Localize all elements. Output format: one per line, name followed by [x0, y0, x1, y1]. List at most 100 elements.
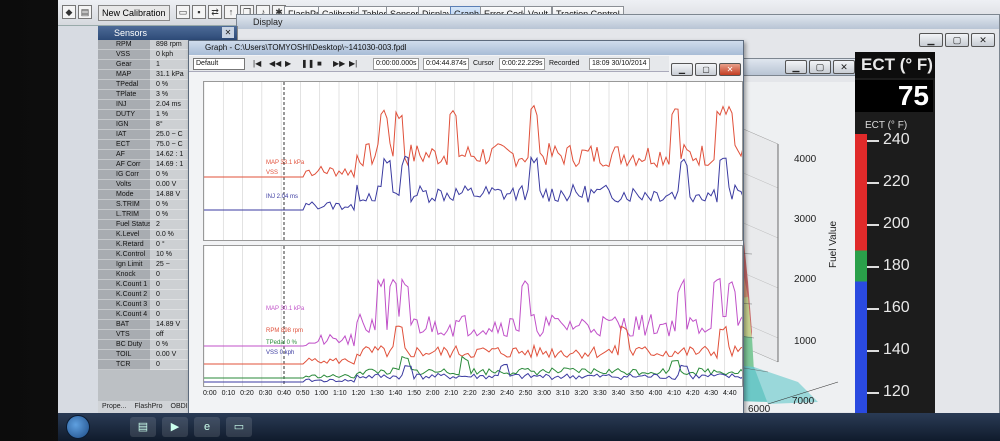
- compare-icon[interactable]: ⇄: [208, 5, 222, 19]
- time-tick-label: 3:20: [574, 390, 589, 397]
- preset-select[interactable]: Default: [193, 58, 245, 70]
- sensor-name: TPedal: [98, 80, 150, 90]
- open-icon[interactable]: ▭: [176, 5, 190, 19]
- playback-control-icon[interactable]: ◀◀: [269, 58, 281, 70]
- media-icon[interactable]: ▶: [162, 417, 188, 437]
- time-tick-label: 1:10: [333, 390, 347, 397]
- minimize-icon[interactable]: ▁: [785, 60, 807, 74]
- ect-scale-tick: [867, 392, 879, 394]
- ect-scale-label: 200: [883, 215, 910, 232]
- sensor-name: Gear: [98, 60, 150, 70]
- maximize-icon[interactable]: ▢: [809, 60, 831, 74]
- playback-control-icon[interactable]: ▶: [285, 58, 291, 70]
- playback-control-icon[interactable]: ■: [317, 58, 322, 70]
- ect-scale-label: 120: [883, 383, 910, 400]
- time-tick-label: 0:50: [295, 390, 310, 397]
- app-icon[interactable]: ◆: [62, 5, 76, 19]
- folder-icon[interactable]: ▭: [226, 417, 252, 437]
- ect-scale-tick: [867, 140, 879, 142]
- ect-scale-tick: [867, 266, 879, 268]
- ect-scale-label: 240: [883, 131, 910, 148]
- close-icon[interactable]: ✕: [971, 33, 995, 47]
- legend-rpm-bottom: RPM 898 rpm: [266, 328, 304, 334]
- explorer-icon[interactable]: ▤: [130, 417, 156, 437]
- top-graph-plot[interactable]: MAP 33.1 kPa VSS INJ 2.04 ms: [203, 81, 743, 241]
- sensor-name: VTS: [98, 330, 150, 340]
- sensor-name: VSS: [98, 50, 150, 60]
- start-button[interactable]: [66, 415, 90, 439]
- maximize-icon[interactable]: ▢: [945, 33, 969, 47]
- playback-control-icon[interactable]: ▶|: [349, 58, 357, 70]
- sensor-name: K.Retard: [98, 240, 150, 250]
- time-tick-label: 1:40: [388, 390, 403, 397]
- time-tick-label: 0:40: [277, 390, 291, 397]
- ect-gauge-value: 75: [855, 80, 933, 112]
- bottom-tab[interactable]: OBDII: [171, 401, 190, 413]
- sensor-name: L.TRIM: [98, 210, 150, 220]
- sensors-title-text: Sensors: [114, 28, 148, 38]
- save-icon[interactable]: ▪: [192, 5, 206, 19]
- windows-taskbar: ▤ ▶ e ▭: [58, 413, 1000, 441]
- sensor-name: K.Level: [98, 230, 150, 240]
- sensor-name: MAP: [98, 70, 150, 80]
- ect-scale-label: 180: [883, 257, 910, 274]
- time-tick-label: 3:40: [611, 390, 626, 397]
- sensor-name: Fuel Status: [98, 220, 150, 230]
- display-window-controls: ▁ ▢ ✕: [919, 33, 995, 47]
- sensor-name: RPM: [98, 40, 150, 50]
- time-tick-label: 4:20: [685, 390, 700, 397]
- time-tick-label: 3:30: [593, 390, 607, 397]
- sensor-name: S.TRIM: [98, 200, 150, 210]
- sensor-name: K.Count 1: [98, 280, 150, 290]
- time-tick-label: 2:30: [481, 390, 496, 397]
- time-tick-label: 3:50: [630, 390, 644, 397]
- sensor-name: DUTY: [98, 110, 150, 120]
- time-tick-label: 4:00: [648, 390, 663, 397]
- sensor-name: BC Duty: [98, 340, 150, 350]
- ect-scale-tick: [867, 308, 879, 310]
- display-window-title: Display: [237, 15, 999, 29]
- time-tick-label: 2:40: [500, 390, 514, 397]
- minimize-icon[interactable]: ▁: [919, 33, 943, 47]
- end-time-field[interactable]: 0:04:44.874s: [423, 58, 470, 70]
- close-icon[interactable]: ✕: [719, 63, 741, 76]
- bottom-tab[interactable]: Prope...: [102, 401, 127, 413]
- time-tick-label: 1:30: [370, 390, 384, 397]
- playback-control-icon[interactable]: |◀: [253, 58, 261, 70]
- playback-control-icon[interactable]: ▶▶: [333, 58, 345, 70]
- ect-color-scale: [855, 134, 867, 441]
- cursor-label: Cursor: [473, 60, 495, 67]
- sensor-name: IG Corr: [98, 170, 150, 180]
- cursor-time-field[interactable]: 0:00:22.229s: [499, 58, 546, 70]
- graph-window: Graph - C:\Users\TOMYOSHI\Desktop\~14103…: [188, 40, 744, 420]
- ect-gauge: ECT (° F) 75 ECT (° F) 240 220 200 180 160 14…: [855, 52, 935, 441]
- maximize-icon[interactable]: ▢: [695, 63, 717, 76]
- ect-scale-tick: [867, 224, 879, 226]
- playback-control-icon[interactable]: ❚❚: [301, 58, 314, 70]
- sensor-name: K.Count 4: [98, 310, 150, 320]
- bottom-graph-plot[interactable]: MAP 30.1 kPa RPM 898 rpm TPedal 0 % VSS …: [203, 245, 743, 387]
- new-calibration-button[interactable]: New Calibration: [98, 5, 170, 21]
- legend-vss-bottom: VSS 0 kph: [266, 350, 295, 356]
- sensor-name: K.Count 3: [98, 300, 150, 310]
- vss-trace: [204, 363, 742, 383]
- sensor-name: TOIL: [98, 350, 150, 360]
- sensor-name: INJ: [98, 100, 150, 110]
- minimize-icon[interactable]: ▁: [671, 63, 693, 76]
- sensor-name: Knock: [98, 270, 150, 280]
- sensor-name: AF Corr: [98, 160, 150, 170]
- sensor-name: TCR: [98, 360, 150, 370]
- close-icon[interactable]: ✕: [222, 27, 234, 38]
- start-time-field[interactable]: 0:00:00.000s: [373, 58, 420, 70]
- ect-scale-label: 160: [883, 299, 910, 316]
- map-trace: [204, 104, 742, 179]
- internet-explorer-icon[interactable]: e: [194, 417, 220, 437]
- legend-vss-top: VSS: [266, 170, 279, 176]
- time-tick-label: 0:20: [240, 390, 254, 397]
- close-icon[interactable]: ✕: [833, 60, 855, 74]
- bottom-tab[interactable]: FlashPro: [135, 401, 163, 413]
- rpm-trace: [204, 277, 742, 347]
- ect-scale-tick: [867, 182, 879, 184]
- menu-icon[interactable]: ▤: [78, 5, 92, 19]
- sensor-name: BAT: [98, 320, 150, 330]
